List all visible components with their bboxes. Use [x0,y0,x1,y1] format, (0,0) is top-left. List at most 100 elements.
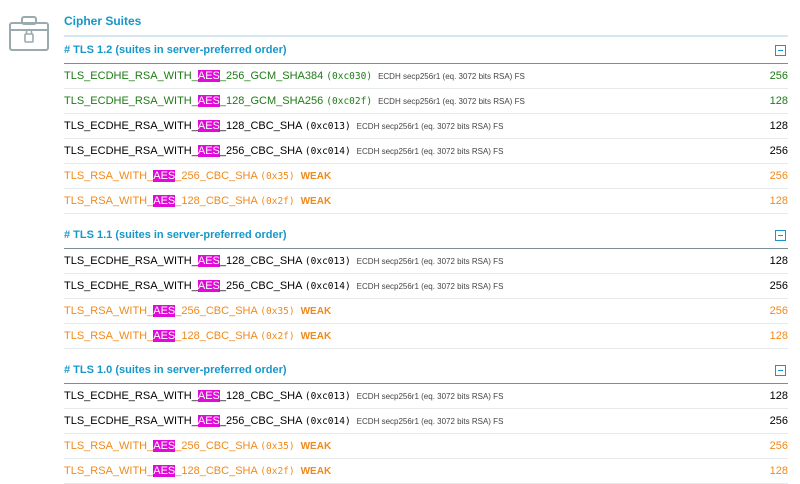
suite-code: (0xc013) [304,391,351,402]
suite-name: TLS_RSA_WITH_AES_128_CBC_SHA (0x2f) WEAK [64,195,331,207]
aes-highlight: AES [197,255,220,267]
suite-row: TLS_ECDHE_RSA_WITH_AES_256_CBC_SHA (0xc0… [64,274,788,299]
suite-name: TLS_RSA_WITH_AES_128_CBC_SHA (0x2f) WEAK [64,330,331,342]
aes-highlight: AES [153,305,176,317]
suite-suffix: _128_GCM_SHA256 [219,95,324,107]
key-bits: 128 [769,390,788,402]
suite-suffix: _256_CBC_SHA [175,170,258,182]
suite-suffix: _128_CBC_SHA [175,195,258,207]
key-bits: 256 [769,280,788,292]
suite-prefix: TLS_RSA_WITH_ [64,465,154,477]
suite-list: TLS_ECDHE_RSA_WITH_AES_128_CBC_SHA (0xc0… [64,384,788,484]
suite-name: TLS_ECDHE_RSA_WITH_AES_256_CBC_SHA (0xc0… [64,280,503,292]
protocol-section: # TLS 1.1 (suites in server-preferred or… [64,222,788,349]
key-bits: 256 [769,305,788,317]
suite-prefix: TLS_ECDHE_RSA_WITH_ [64,255,198,267]
key-bits: 128 [769,330,788,342]
key-bits: 256 [769,70,788,82]
section-title: Cipher Suites [64,13,788,37]
suite-info: ECDH secp256r1 (eq. 3072 bits RSA) FS [356,257,504,266]
suite-code: (0xc014) [304,416,351,427]
suite-prefix: TLS_RSA_WITH_ [64,170,154,182]
suite-code: (0x2f) [260,331,295,342]
suite-name: TLS_ECDHE_RSA_WITH_AES_128_CBC_SHA (0xc0… [64,390,503,402]
suite-prefix: TLS_ECDHE_RSA_WITH_ [64,145,198,157]
suite-suffix: _128_CBC_SHA [219,120,302,132]
suite-code: (0x2f) [260,196,295,207]
key-bits: 256 [769,145,788,157]
weak-label: WEAK [300,441,332,452]
suite-suffix: _256_CBC_SHA [175,440,258,452]
suite-suffix: _128_CBC_SHA [219,390,302,402]
suite-row: TLS_RSA_WITH_AES_128_CBC_SHA (0x2f) WEAK 1… [64,459,788,484]
suite-code: (0x35) [260,306,295,317]
key-bits: 128 [769,255,788,267]
aes-highlight: AES [197,390,220,402]
aes-highlight: AES [197,120,220,132]
suite-suffix: _256_CBC_SHA [219,280,302,292]
weak-label: WEAK [300,171,332,182]
weak-label: WEAK [300,331,332,342]
suite-list: TLS_ECDHE_RSA_WITH_AES_256_GCM_SHA384 (0… [64,64,788,214]
suite-row: TLS_RSA_WITH_AES_256_CBC_SHA (0x35) WEAK 2… [64,299,788,324]
suite-info: ECDH secp256r1 (eq. 3072 bits RSA) FS [356,417,504,426]
suite-row: TLS_ECDHE_RSA_WITH_AES_256_GCM_SHA384 (0… [64,64,788,89]
aes-highlight: AES [153,465,176,477]
suite-name: TLS_RSA_WITH_AES_256_CBC_SHA (0x35) WEAK [64,440,331,452]
protocol-title: # TLS 1.2 (suites in server-preferred or… [64,44,287,56]
suite-code: (0xc02f) [326,96,373,107]
suite-name: TLS_ECDHE_RSA_WITH_AES_128_CBC_SHA (0xc0… [64,120,503,132]
protocol-section: # TLS 1.0 (suites in server-preferred or… [64,357,788,484]
suite-info: ECDH secp256r1 (eq. 3072 bits RSA) FS [378,97,525,106]
suite-name: TLS_ECDHE_RSA_WITH_AES_256_CBC_SHA (0xc0… [64,415,503,427]
suite-code: (0xc013) [304,256,351,267]
suite-row: TLS_ECDHE_RSA_WITH_AES_128_CBC_SHA (0xc0… [64,249,788,274]
suite-row: TLS_ECDHE_RSA_WITH_AES_128_GCM_SHA256 (0… [64,89,788,114]
aes-highlight: AES [153,330,176,342]
weak-label: WEAK [300,306,332,317]
aes-highlight: AES [197,145,220,157]
collapse-icon[interactable] [775,44,786,56]
key-bits: 128 [769,195,788,207]
suite-code: (0xc030) [326,71,373,82]
suite-name: TLS_RSA_WITH_AES_256_CBC_SHA (0x35) WEAK [64,170,331,182]
suite-suffix: _256_CBC_SHA [175,305,258,317]
suite-name: TLS_ECDHE_RSA_WITH_AES_256_CBC_SHA (0xc0… [64,145,503,157]
suite-code: (0xc014) [304,146,351,157]
suite-list: TLS_ECDHE_RSA_WITH_AES_128_CBC_SHA (0xc0… [64,249,788,349]
collapse-icon[interactable] [775,229,786,241]
suite-name: TLS_ECDHE_RSA_WITH_AES_128_CBC_SHA (0xc0… [64,255,503,267]
suite-prefix: TLS_RSA_WITH_ [64,195,154,207]
suite-row: TLS_RSA_WITH_AES_128_CBC_SHA (0x2f) WEAK 1… [64,324,788,349]
collapse-icon[interactable] [775,364,786,376]
aes-highlight: AES [197,280,220,292]
suite-prefix: TLS_RSA_WITH_ [64,330,154,342]
suite-row: TLS_RSA_WITH_AES_256_CBC_SHA (0x35) WEAK 2… [64,164,788,189]
key-bits: 128 [769,120,788,132]
suite-suffix: _128_CBC_SHA [175,465,258,477]
suite-prefix: TLS_ECDHE_RSA_WITH_ [64,95,198,107]
suite-prefix: TLS_ECDHE_RSA_WITH_ [64,70,198,82]
aes-highlight: AES [197,415,220,427]
suite-prefix: TLS_RSA_WITH_ [64,440,154,452]
suite-suffix: _128_CBC_SHA [219,255,302,267]
protocol-header: # TLS 1.2 (suites in server-preferred or… [64,37,788,64]
suite-prefix: TLS_ECDHE_RSA_WITH_ [64,280,198,292]
suite-info: ECDH secp256r1 (eq. 3072 bits RSA) FS [356,147,504,156]
protocol-header: # TLS 1.1 (suites in server-preferred or… [64,222,788,249]
weak-label: WEAK [300,466,332,477]
suite-name: TLS_RSA_WITH_AES_256_CBC_SHA (0x35) WEAK [64,305,331,317]
suite-prefix: TLS_ECDHE_RSA_WITH_ [64,120,198,132]
weak-label: WEAK [300,196,332,207]
suite-code: (0x35) [260,171,295,182]
key-bits: 256 [769,415,788,427]
suite-code: (0x35) [260,441,295,452]
suite-prefix: TLS_RSA_WITH_ [64,305,154,317]
aes-highlight: AES [197,95,220,107]
suite-info: ECDH secp256r1 (eq. 3072 bits RSA) FS [356,392,504,401]
key-bits: 256 [769,170,788,182]
aes-highlight: AES [153,195,176,207]
key-bits: 128 [769,95,788,107]
suite-suffix: _256_CBC_SHA [219,415,302,427]
suite-suffix: _256_GCM_SHA384 [219,70,324,82]
